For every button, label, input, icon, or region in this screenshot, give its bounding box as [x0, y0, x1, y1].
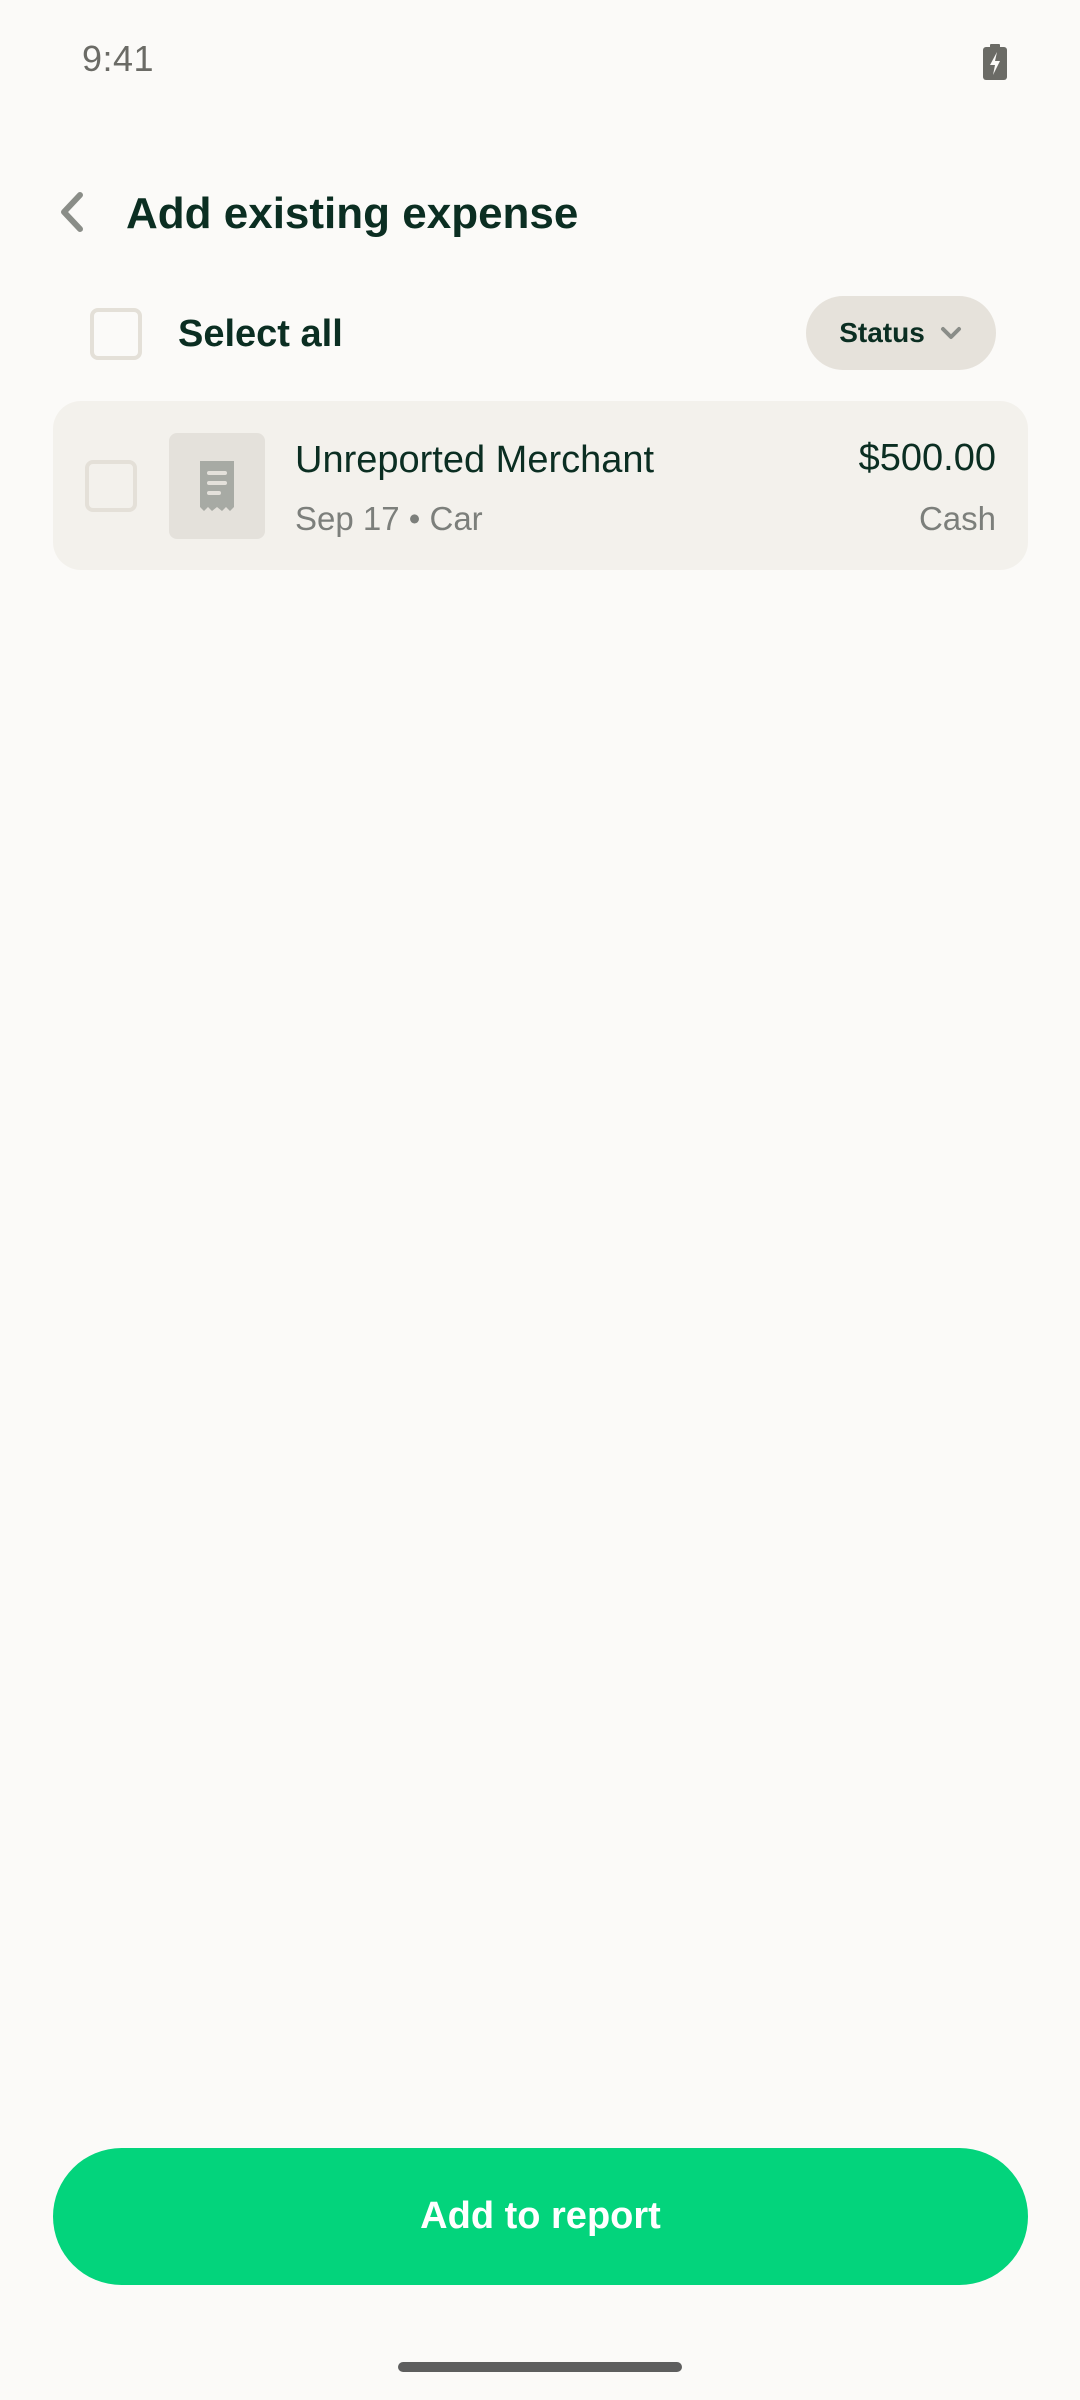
- expense-merchant: Unreported Merchant: [295, 439, 655, 481]
- expense-row-checkbox[interactable]: [85, 460, 137, 512]
- select-all-label[interactable]: Select all: [178, 306, 343, 362]
- expense-date-category: Sep 17 • Car: [295, 500, 483, 537]
- add-to-report-label: Add to report: [420, 2195, 661, 2237]
- status-filter-label: Status: [839, 317, 925, 348]
- page-title: Add existing expense: [126, 189, 579, 238]
- select-all-checkbox[interactable]: [90, 308, 142, 360]
- chevron-left-icon: [61, 192, 83, 232]
- back-button[interactable]: [44, 180, 100, 244]
- expense-row[interactable]: Unreported Merchant Sep 17 • Car $500.00…: [53, 401, 1028, 570]
- status-filter-button[interactable]: Status: [806, 296, 996, 370]
- status-bar-time: 9:41: [82, 38, 155, 79]
- receipt-icon: [200, 461, 234, 511]
- add-to-report-button[interactable]: Add to report: [53, 2148, 1028, 2285]
- home-indicator[interactable]: [398, 2362, 682, 2372]
- chevron-down-icon: [940, 327, 961, 339]
- expense-payment-type: Cash: [918, 500, 996, 537]
- expense-amount: $500.00: [858, 437, 996, 479]
- battery-charging-icon: [983, 44, 1007, 80]
- receipt-thumbnail: [169, 433, 265, 539]
